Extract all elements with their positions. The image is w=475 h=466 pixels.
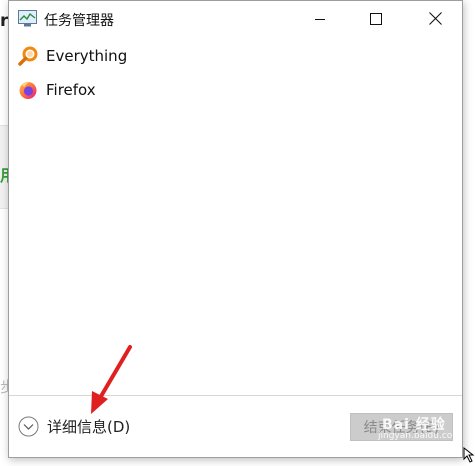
minimize-icon	[314, 10, 326, 29]
more-details-label: 详细信息(D)	[47, 417, 131, 436]
maximize-button[interactable]	[353, 1, 399, 37]
app-row-firefox[interactable]: Firefox	[9, 75, 462, 107]
everything-magnifier-icon	[18, 46, 38, 66]
baidu-jingyan-watermark: Bai 经验 jingyan.baidu.com	[360, 412, 462, 446]
watermark-sub-text: jingyan.baidu.com	[378, 431, 462, 441]
cursor-resize-icon	[463, 446, 475, 463]
title-bar[interactable]: 任务管理器	[9, 1, 462, 37]
close-icon	[428, 10, 442, 29]
minimize-button[interactable]	[297, 1, 343, 37]
background-text-fragment: r	[0, 11, 8, 31]
app-label: Firefox	[46, 81, 96, 99]
background-green-text-fragment: 用	[0, 162, 8, 186]
app-label: Everything	[46, 47, 128, 65]
task-manager-icon	[18, 10, 37, 27]
app-row-everything[interactable]: Everything	[9, 41, 462, 73]
screen: r 用 步 任务管理器	[0, 0, 475, 466]
task-manager-window: 任务管理器 Everything Firefox 详细信息(D) 结束任务(E)	[8, 0, 463, 458]
close-button[interactable]	[412, 1, 458, 37]
more-details-toggle[interactable]: 详细信息(D)	[18, 413, 130, 439]
background-gray-text-fragment: 步	[0, 378, 8, 396]
firefox-icon	[18, 80, 38, 100]
window-title: 任务管理器	[44, 13, 114, 29]
maximize-icon	[370, 10, 382, 29]
chevron-down-circle-icon	[18, 416, 39, 437]
